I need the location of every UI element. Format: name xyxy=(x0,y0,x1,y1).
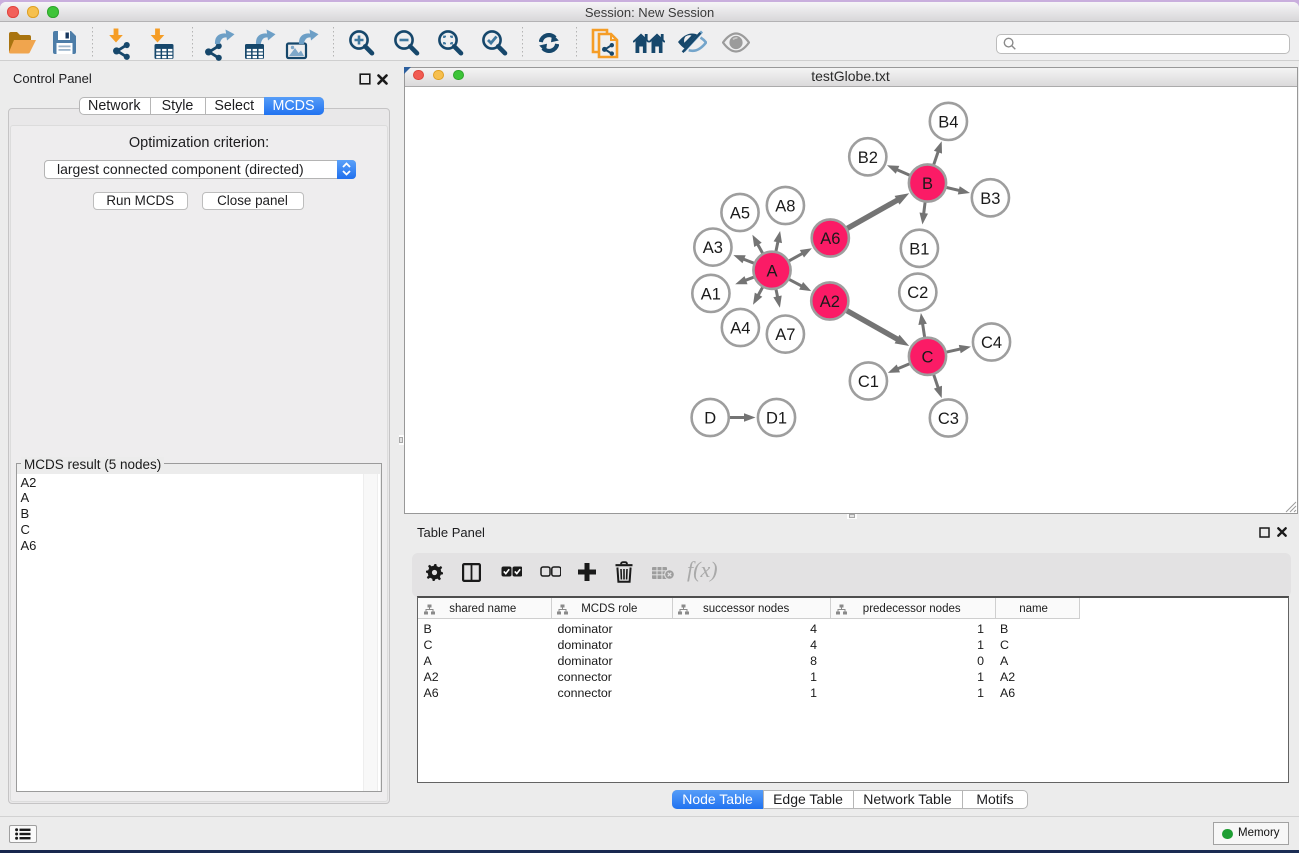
svg-text:C: C xyxy=(921,348,933,366)
svg-text:A5: A5 xyxy=(729,205,749,223)
svg-text:A2: A2 xyxy=(819,293,839,311)
svg-text:B4: B4 xyxy=(938,113,958,131)
svg-text:B1: B1 xyxy=(909,240,929,258)
svg-text:A4: A4 xyxy=(730,320,750,338)
svg-text:D1: D1 xyxy=(765,410,786,428)
svg-text:B2: B2 xyxy=(857,149,877,167)
svg-text:D: D xyxy=(704,410,716,428)
svg-text:C4: C4 xyxy=(980,334,1001,352)
svg-text:A7: A7 xyxy=(775,326,795,344)
svg-text:C1: C1 xyxy=(857,373,878,391)
svg-text:A: A xyxy=(766,262,777,280)
svg-text:A1: A1 xyxy=(700,285,720,303)
svg-text:C3: C3 xyxy=(937,410,958,428)
svg-text:B: B xyxy=(921,175,932,193)
svg-text:B3: B3 xyxy=(980,190,1000,208)
svg-text:A6: A6 xyxy=(820,230,840,248)
svg-text:A3: A3 xyxy=(702,239,722,257)
svg-text:C2: C2 xyxy=(907,284,928,302)
svg-text:A8: A8 xyxy=(775,198,795,216)
